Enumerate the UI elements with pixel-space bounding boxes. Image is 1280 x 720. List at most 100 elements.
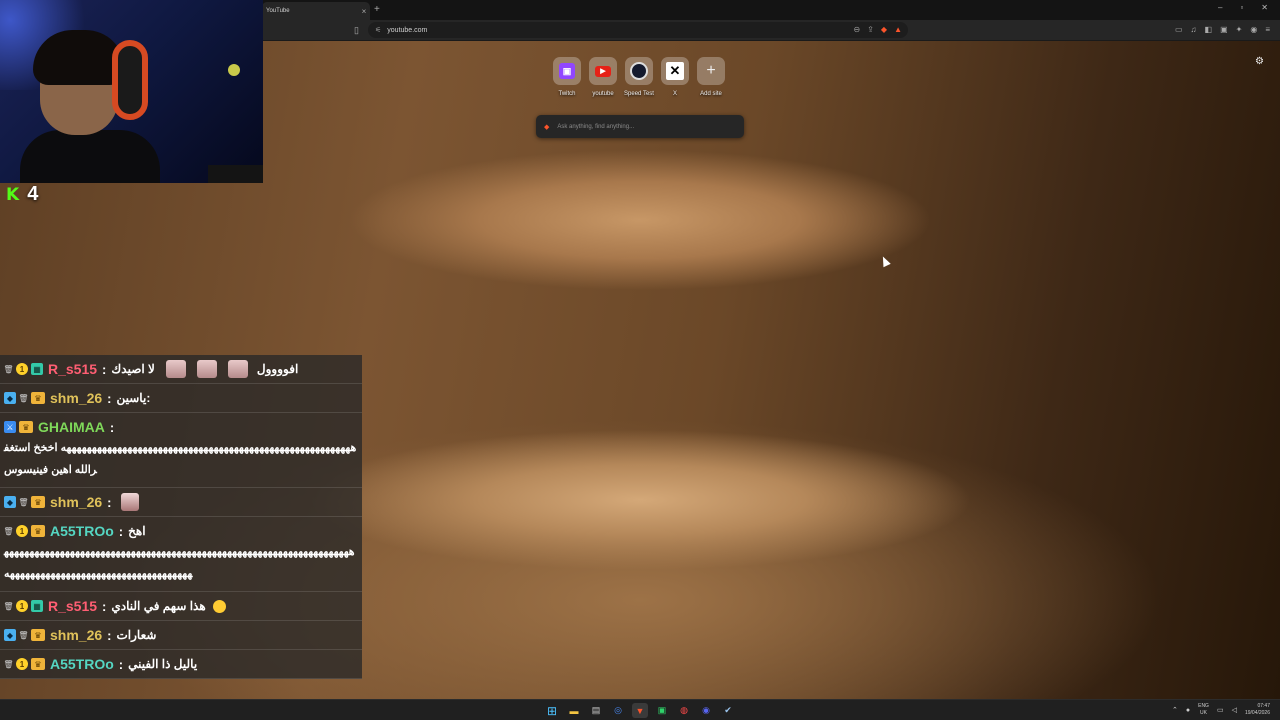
steam-icon[interactable]: ✔ xyxy=(720,703,736,718)
webcam-overlay xyxy=(0,0,263,183)
webcam-monitor xyxy=(208,165,263,183)
shortcut-youtube[interactable]: ▶ youtube xyxy=(589,57,617,97)
chat-separator: : xyxy=(109,419,115,435)
youtube-icon: ▶ xyxy=(595,65,611,77)
gifter-badge-icon: 1 xyxy=(16,600,28,612)
discord-icon[interactable]: ◉ xyxy=(698,703,714,718)
clock[interactable]: 07:47 19/04/2026 xyxy=(1245,703,1270,717)
trash-icon: 🗑 xyxy=(18,393,29,403)
extension-icons: ▭ ♫ ◧ ▣ ✦ ◉ ≡ xyxy=(1175,25,1270,34)
chat-separator: : xyxy=(107,627,112,643)
gear-icon[interactable]: ⚙ xyxy=(1255,56,1264,67)
emote-icon xyxy=(196,360,217,378)
chat-message: ◆ 🗑 ♛ shm_26 : ياسين: xyxy=(0,384,362,413)
chat-message: 🗑 1 ▦ R_s515 : هذا سهم في النادي xyxy=(0,592,362,621)
network-icon[interactable]: ▭ xyxy=(1217,706,1224,714)
chrome-icon[interactable]: ◎ xyxy=(610,703,626,718)
media-icon[interactable]: ♫ xyxy=(1191,25,1197,34)
clock-date: 19/04/2026 xyxy=(1244,710,1270,716)
new-tab-button[interactable]: + xyxy=(374,4,380,15)
shortcut-tile xyxy=(625,57,653,85)
shortcut-tile: ✕ xyxy=(661,57,689,85)
vpn-icon[interactable]: ◉ xyxy=(1250,25,1257,34)
chat-message: 🗑 1 ▦ R_s515 : لا اصيدك افوووول xyxy=(0,355,362,384)
site-info-icon[interactable]: ⚟ xyxy=(375,26,381,34)
panel-icon[interactable]: ◧ xyxy=(1205,25,1213,34)
chat-username: shm_26 xyxy=(50,494,103,510)
trash-icon: 🗑 xyxy=(3,526,14,536)
trash-icon: 🗑 xyxy=(3,659,14,669)
language-indicator[interactable]: ENG UK xyxy=(1198,703,1209,717)
chat-separator: : xyxy=(107,390,112,406)
chat-username: A55TROo xyxy=(50,523,114,539)
language-code: ENG xyxy=(1198,703,1209,709)
maximize-button[interactable]: ▫ xyxy=(1240,3,1243,12)
shortcut-label: X xyxy=(672,91,677,97)
chat-username: shm_26 xyxy=(50,627,103,643)
wallet-icon[interactable]: ▣ xyxy=(1220,25,1228,34)
moderator-badge-icon: ▦ xyxy=(31,600,43,612)
shortcut-speed-test[interactable]: Speed Test xyxy=(624,57,654,97)
extension-icon[interactable]: ✦ xyxy=(1236,25,1243,34)
sidebar-icon[interactable]: ▭ xyxy=(1175,25,1183,34)
webcam-body xyxy=(20,130,160,183)
shortcut-add-site[interactable]: + Add site xyxy=(697,57,725,97)
close-window-button[interactable]: ✕ xyxy=(1261,3,1268,12)
chat-username: shm_26 xyxy=(50,390,103,406)
shortcut-twitch[interactable]: ▣ Twitch xyxy=(553,57,581,97)
url-text: youtube.com xyxy=(387,26,428,34)
system-tray: ⌃ ● ENG UK ▭ ◁ 07:47 19/04/2026 xyxy=(1172,703,1270,717)
chat-text: اهخ xyxy=(128,524,146,538)
founder-badge-icon: ♛ xyxy=(31,496,45,508)
address-bar-actions: ⊖ ⇪ ◆ ▲ xyxy=(854,25,902,34)
menu-icon[interactable]: ≡ xyxy=(1265,25,1270,34)
chat-separator: : xyxy=(118,656,124,672)
chat-text: هذا سهم في النادي xyxy=(111,599,206,613)
volume-icon[interactable]: ◁ xyxy=(1232,706,1237,714)
chat-separator: : xyxy=(102,361,107,377)
app-red-icon[interactable]: ◍ xyxy=(676,703,692,718)
x-icon: ✕ xyxy=(666,62,684,80)
file-explorer-icon[interactable]: ▬ xyxy=(566,703,582,718)
search-placeholder: Ask anything, find anything... xyxy=(557,123,635,130)
staff-badge-icon: ◆ xyxy=(4,392,16,404)
shortcut-x[interactable]: ✕ X xyxy=(661,57,689,97)
share-icon[interactable]: ⇪ xyxy=(867,25,874,34)
moderator-badge-icon: ▦ xyxy=(31,363,43,375)
founder-badge-icon: ♛ xyxy=(31,658,45,670)
trash-icon: 🗑 xyxy=(3,364,14,374)
shortcut-label: Speed Test xyxy=(624,91,654,97)
emote-icon xyxy=(165,360,186,378)
bookmark-icon[interactable]: ▯ xyxy=(354,25,359,36)
tab-youtube[interactable]: YouTube × xyxy=(262,2,370,20)
kick-logo-icon: K xyxy=(6,184,20,205)
brave-shields-icon[interactable]: ◆ xyxy=(881,25,887,34)
chat-separator: : xyxy=(118,523,124,539)
trash-icon: 🗑 xyxy=(18,630,29,640)
chat-message: ◆ 🗑 ♛ shm_26 : شعارات xyxy=(0,621,362,650)
vip-badge-icon: ⚔ xyxy=(4,421,16,433)
microphone xyxy=(228,64,240,76)
microphone-icon[interactable]: ● xyxy=(1186,707,1190,714)
close-tab-icon[interactable]: × xyxy=(358,7,370,16)
minimize-button[interactable]: – xyxy=(1218,3,1222,12)
chevron-up-icon[interactable]: ⌃ xyxy=(1172,706,1178,714)
chat-text: هههههههههههههههههههههههههههههههههههههههه… xyxy=(4,442,357,476)
chat-username: R_s515 xyxy=(48,361,98,377)
windows-start-icon[interactable]: ⊞ xyxy=(544,703,560,718)
zoom-icon[interactable]: ⊖ xyxy=(854,25,861,34)
chat-username: GHAIMAA xyxy=(38,419,105,435)
brave-rewards-icon[interactable]: ▲ xyxy=(894,25,902,34)
twitch-icon: ▣ xyxy=(559,63,575,79)
brave-icon[interactable]: ▼ xyxy=(632,703,648,718)
address-bar[interactable]: ⚟ youtube.com ⊖ ⇪ ◆ ▲ xyxy=(368,22,908,38)
top-sites: ▣ Twitch ▶ youtube Speed Test ✕ X + Add … xyxy=(553,57,725,97)
chat-text-body: هههههههههههههههههههههههههههههههههههههههه… xyxy=(4,546,355,580)
newtab-search-input[interactable]: ◆ Ask anything, find anything... xyxy=(536,115,744,138)
store-icon[interactable]: ▤ xyxy=(588,703,604,718)
app-green-icon[interactable]: ▣ xyxy=(654,703,670,718)
tab-title: YouTube xyxy=(266,8,290,14)
chat-text-trailing: افوووول xyxy=(256,362,299,376)
emote-icon xyxy=(120,493,139,511)
window-controls: – ▫ ✕ xyxy=(1218,3,1268,12)
